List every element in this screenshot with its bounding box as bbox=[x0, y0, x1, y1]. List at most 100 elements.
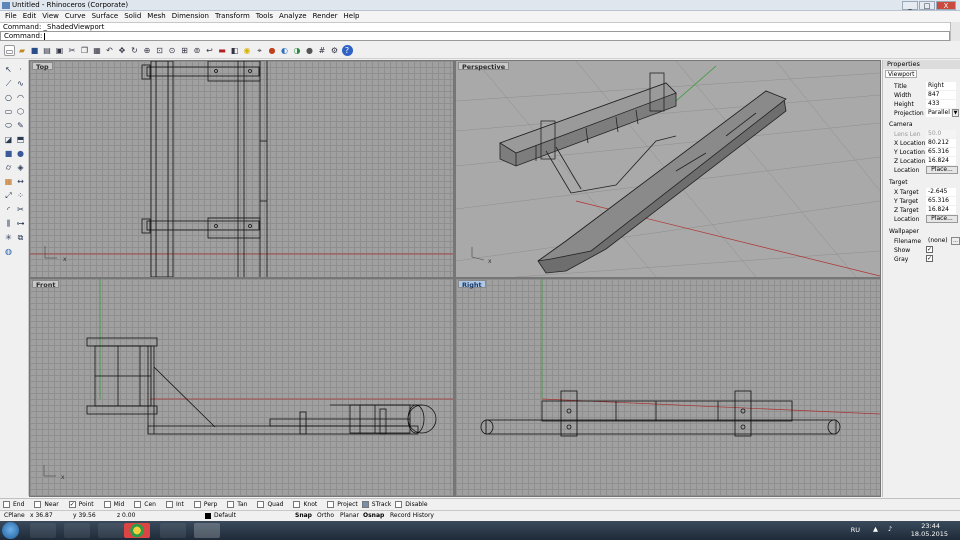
group-icon[interactable]: ⧉ bbox=[15, 232, 26, 243]
help-icon[interactable]: ? bbox=[341, 45, 353, 56]
camera-place-button[interactable]: Place... bbox=[926, 166, 958, 174]
copy-icon[interactable]: ❐ bbox=[79, 45, 90, 56]
light-icon[interactable]: ◉ bbox=[242, 45, 253, 56]
menu-mesh[interactable]: Mesh bbox=[144, 11, 168, 22]
osnap-toggle[interactable]: Osnap bbox=[363, 511, 384, 521]
menu-edit[interactable]: Edit bbox=[20, 11, 40, 22]
osnap-tan[interactable]: Tan bbox=[227, 500, 247, 508]
sphere-icon[interactable]: ● bbox=[304, 45, 315, 56]
checkbox[interactable] bbox=[34, 500, 42, 508]
osnap-disable[interactable]: Disable bbox=[395, 500, 428, 508]
select-arrow-icon[interactable]: ↖ bbox=[3, 64, 14, 75]
folder-icon[interactable] bbox=[98, 523, 124, 538]
render-icon[interactable]: ● bbox=[267, 45, 278, 56]
clock-date[interactable]: 18.05.2015 bbox=[911, 530, 948, 538]
checkbox-checked[interactable] bbox=[361, 500, 369, 508]
x-target-field[interactable]: -2.645 bbox=[926, 188, 956, 196]
planar-toggle[interactable]: Planar bbox=[340, 511, 359, 521]
extrude-icon[interactable]: ⬒ bbox=[15, 134, 26, 145]
word-icon[interactable] bbox=[160, 523, 186, 538]
layer-icon[interactable]: ▬ bbox=[217, 45, 228, 56]
checkbox[interactable] bbox=[227, 500, 235, 508]
osnap-cen[interactable]: Cen bbox=[134, 500, 156, 508]
render-sphere-icon[interactable]: ◍ bbox=[3, 246, 14, 257]
record-history-toggle[interactable]: Record History bbox=[390, 511, 434, 521]
osnap-near[interactable]: Near bbox=[34, 500, 59, 508]
osnap-point[interactable]: ✓ Point bbox=[68, 500, 94, 508]
clock-time[interactable]: 23:44 bbox=[921, 522, 940, 530]
browse-button[interactable]: ... bbox=[951, 237, 960, 245]
circle-icon[interactable]: ○ bbox=[3, 92, 14, 103]
menu-help[interactable]: Help bbox=[341, 11, 363, 22]
osnap-end[interactable]: End bbox=[3, 500, 24, 508]
menu-transform[interactable]: Transform bbox=[212, 11, 253, 22]
solid-box-icon[interactable]: ■ bbox=[3, 148, 14, 159]
gray-checkbox[interactable]: ✓ bbox=[926, 255, 933, 262]
volume-icon[interactable]: ♪ bbox=[888, 525, 892, 533]
join-icon[interactable]: ⊶ bbox=[15, 218, 26, 229]
properties-icon[interactable]: ◧ bbox=[229, 45, 240, 56]
boolean-icon[interactable]: ◈ bbox=[15, 162, 26, 173]
media-player-icon[interactable] bbox=[64, 523, 90, 538]
menu-render[interactable]: Render bbox=[310, 11, 341, 22]
explorer-icon[interactable] bbox=[30, 523, 56, 538]
checkbox[interactable] bbox=[103, 500, 111, 508]
dimension-icon[interactable]: ↔ bbox=[15, 176, 26, 187]
viewport-title-top[interactable]: Top bbox=[32, 62, 53, 71]
chevron-down-icon[interactable]: ▼ bbox=[952, 109, 959, 117]
title-field[interactable]: Right bbox=[926, 82, 956, 90]
osnap-knot[interactable]: Knot bbox=[293, 500, 317, 508]
points-icon[interactable]: · bbox=[15, 64, 26, 75]
projection-select[interactable]: Parallel bbox=[926, 109, 951, 117]
checkbox-checked[interactable]: ✓ bbox=[68, 500, 76, 508]
cylinder-icon[interactable]: ⌭ bbox=[3, 162, 14, 173]
trim-icon[interactable]: ✂ bbox=[15, 204, 26, 215]
viewport-right[interactable]: Right bbox=[456, 279, 880, 496]
osnap-perp[interactable]: Perp bbox=[193, 500, 217, 508]
osnap-int[interactable]: Int bbox=[165, 500, 184, 508]
menu-surface[interactable]: Surface bbox=[89, 11, 122, 22]
arc-icon[interactable]: ◠ bbox=[15, 92, 26, 103]
checkbox[interactable] bbox=[395, 500, 403, 508]
rhino-icon[interactable] bbox=[194, 523, 220, 538]
show-checkbox[interactable]: ✓ bbox=[926, 246, 933, 253]
menu-view[interactable]: View bbox=[39, 11, 62, 22]
mesh-icon[interactable]: ▦ bbox=[3, 176, 14, 187]
rotate-icon[interactable]: ↻ bbox=[129, 45, 140, 56]
z-target-field[interactable]: 16.824 bbox=[926, 206, 956, 214]
ortho-toggle[interactable]: Ortho bbox=[317, 511, 334, 521]
curve-icon[interactable]: ∿ bbox=[15, 78, 26, 89]
split-icon[interactable]: ⫼ bbox=[3, 218, 14, 229]
osnap-strack[interactable]: STrack bbox=[361, 500, 391, 508]
grid-icon[interactable]: # bbox=[317, 45, 328, 56]
minimize-button[interactable]: _ bbox=[902, 1, 918, 10]
close-button[interactable]: X bbox=[936, 1, 956, 10]
array-icon[interactable]: ⁘ bbox=[15, 190, 26, 201]
menu-curve[interactable]: Curve bbox=[62, 11, 89, 22]
explode-icon[interactable]: ✳ bbox=[3, 232, 14, 243]
save-icon[interactable]: ■ bbox=[29, 45, 40, 56]
undo-icon[interactable]: ↶ bbox=[104, 45, 115, 56]
environment-icon[interactable]: ◑ bbox=[292, 45, 303, 56]
x-location-field[interactable]: 80.212 bbox=[926, 139, 956, 147]
cut-icon[interactable]: ✂ bbox=[67, 45, 78, 56]
import-icon[interactable]: ▣ bbox=[54, 45, 65, 56]
checkbox[interactable] bbox=[3, 500, 10, 508]
language-indicator[interactable]: RU bbox=[851, 526, 860, 534]
open-icon[interactable]: ▰ bbox=[17, 45, 28, 56]
network-icon[interactable]: ▲ bbox=[873, 525, 878, 533]
tab-viewport[interactable]: Viewport bbox=[885, 70, 917, 78]
viewport-top[interactable]: x Top bbox=[30, 61, 453, 277]
print-icon[interactable]: ▤ bbox=[42, 45, 53, 56]
options-icon[interactable]: ⚙ bbox=[329, 45, 340, 56]
checkbox[interactable] bbox=[193, 500, 201, 508]
rectangle-icon[interactable]: ▭ bbox=[3, 106, 14, 117]
polyline-icon[interactable]: ⟋ bbox=[3, 78, 14, 89]
viewport-title-front[interactable]: Front bbox=[32, 280, 60, 289]
osnap-mid[interactable]: Mid bbox=[103, 500, 124, 508]
freeform-icon[interactable]: ✎ bbox=[15, 120, 26, 131]
viewport-front[interactable]: x Front bbox=[30, 279, 453, 496]
chrome-icon[interactable] bbox=[124, 523, 150, 538]
zoom-icon[interactable]: ⊕ bbox=[142, 45, 153, 56]
paste-icon[interactable]: ▦ bbox=[92, 45, 103, 56]
